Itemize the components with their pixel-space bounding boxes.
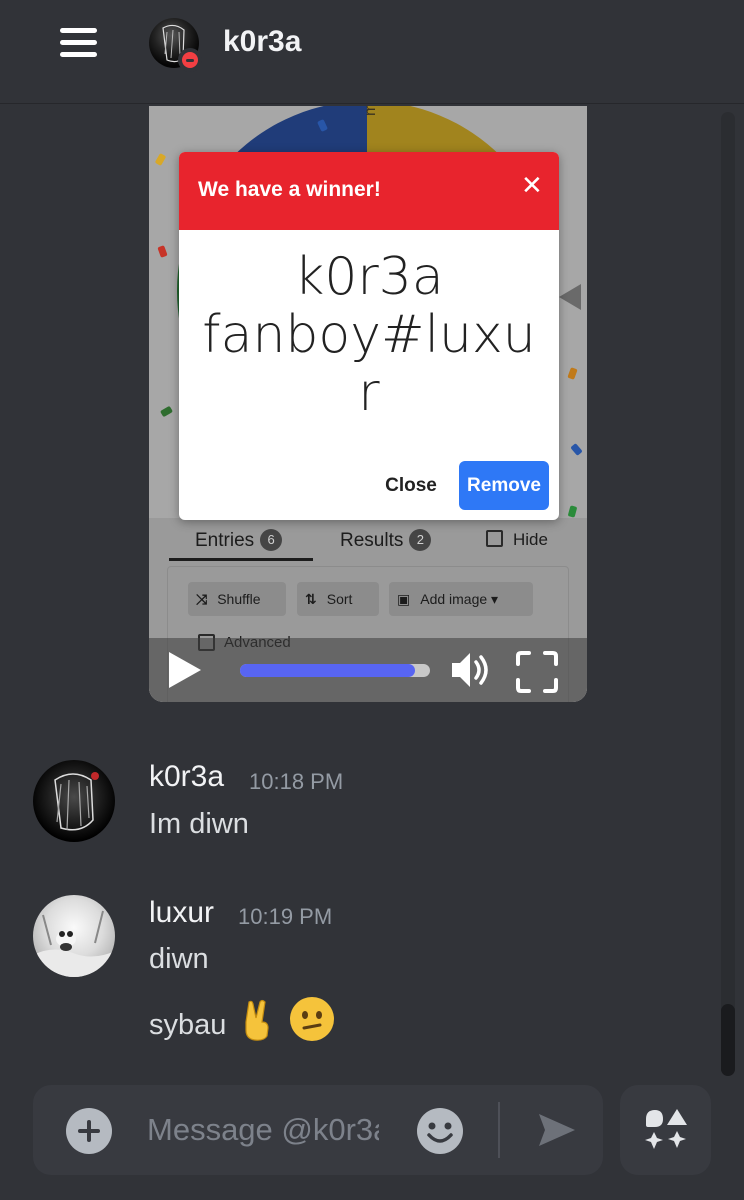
scrollbar-thumb[interactable] [721,1004,735,1076]
wheel-label: ma58 [362,106,380,116]
tab-results[interactable]: Results 2 [340,529,432,552]
apps-icon [645,1109,687,1149]
close-icon[interactable]: ✕ [521,170,543,201]
wheel-pointer-icon [559,284,581,310]
message-text: Im diwn [149,808,249,840]
winner-name: k0r3a fanboy#luxu r [189,248,549,422]
apps-button[interactable] [620,1085,711,1175]
neutral-face-emoji-icon [289,996,335,1050]
channel-header: k0r3a [0,0,744,104]
dialog-header: We have a winner! ✕ [179,152,559,230]
message-timestamp: 10:18 PM [249,769,344,794]
winner-line: r [358,363,380,423]
winner-line: k0r3a [294,247,444,307]
fullscreen-icon[interactable] [515,650,559,699]
remove-button[interactable]: Remove [459,461,549,510]
video-attachment[interactable]: ma58 Entries6 Results2 Hide ⤨ Shuffle ⇅ So… [149,106,587,702]
progress-fill [240,664,415,677]
tab-entries-label: Entries [195,530,255,551]
close-button[interactable]: Close [367,462,455,510]
message-author[interactable]: luxur [149,896,214,930]
active-tab-indicator [169,558,313,561]
tab-results-label: Results [340,530,404,551]
hamburger-menu-icon[interactable] [60,28,98,58]
emoji-picker-icon[interactable] [416,1107,464,1160]
page-title[interactable]: k0r3a [223,25,301,59]
message-text-with-emoji: sybau [149,996,335,1050]
shuffle-icon: ⤨ [196,591,208,607]
message-input[interactable]: Message @k0r3a [147,1112,379,1152]
scrollbar-track[interactable] [721,112,735,1076]
add-image-button[interactable]: ▣ Add image ▾ [389,582,533,616]
add-image-label: Add image [420,591,488,607]
hide-checkbox[interactable] [486,530,503,547]
winner-line: fanboy#luxu [202,305,536,365]
tab-entries[interactable]: Entries 6 [195,529,283,552]
dialog-title: We have a winner! [198,178,381,201]
play-icon[interactable] [169,652,201,688]
sort-icon: ⇅ [305,591,317,607]
shuffle-button[interactable]: ⤨ Shuffle [188,582,286,616]
message-author[interactable]: k0r3a [149,760,224,794]
victory-hand-emoji-icon [238,998,276,1050]
dnd-status-icon [178,48,202,72]
results-count-badge: 2 [409,529,432,551]
avatar[interactable] [33,760,115,842]
composer-divider [498,1102,500,1158]
message-text: sybau [149,1009,227,1041]
avatar[interactable] [33,895,115,977]
sort-button[interactable]: ⇅ Sort [297,582,379,616]
image-icon: ▣ [397,591,411,607]
winner-dialog: We have a winner! ✕ k0r3a fanboy#luxu r … [179,152,559,520]
entries-count-badge: 6 [260,529,283,551]
send-icon[interactable] [537,1112,577,1153]
hide-label: Hide [513,530,548,549]
message-text: diwn [149,943,209,975]
add-attachment-button[interactable] [66,1108,112,1154]
volume-icon[interactable] [449,648,493,697]
message-timestamp: 10:19 PM [238,904,333,929]
sort-label: Sort [326,591,353,607]
shuffle-label: Shuffle [217,591,261,607]
